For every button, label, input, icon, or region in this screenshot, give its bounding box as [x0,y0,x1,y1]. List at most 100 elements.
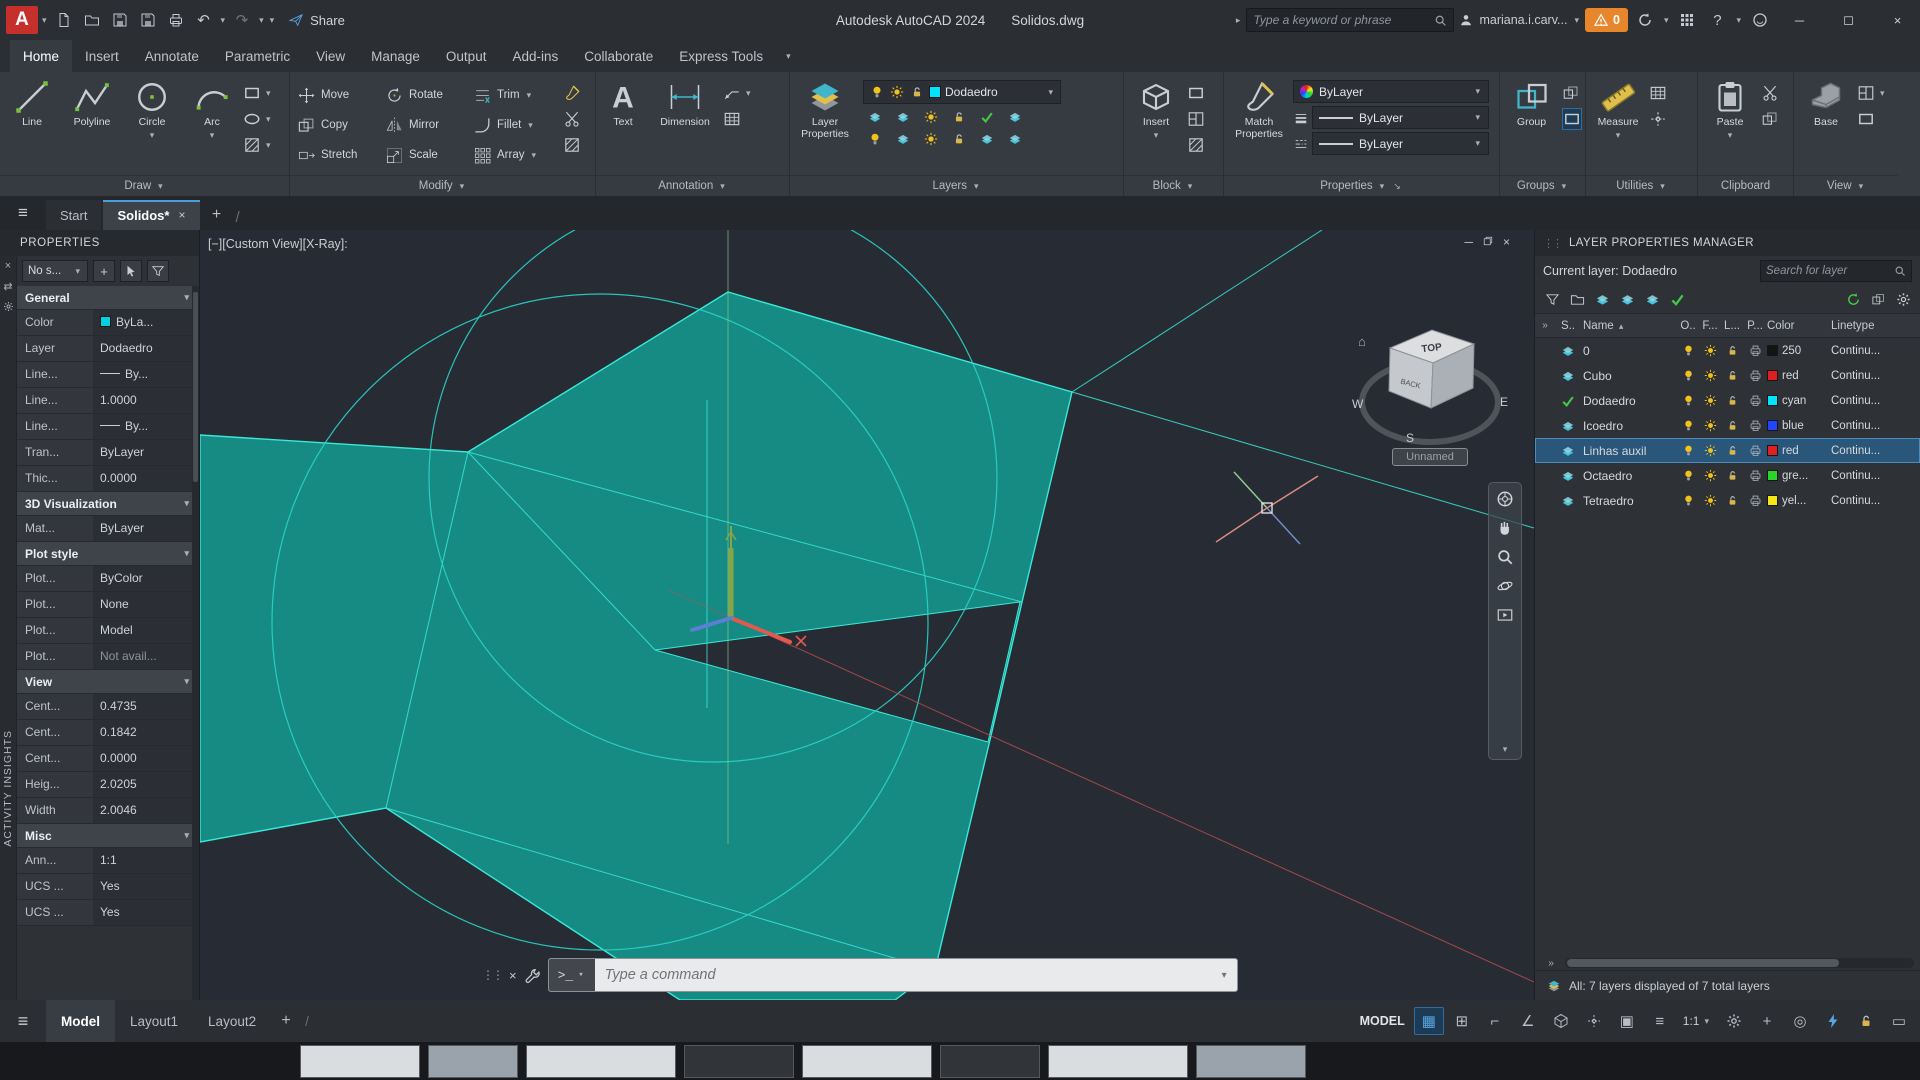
notification-badge[interactable]: 0 [1585,8,1628,32]
plot-icon[interactable] [163,7,189,33]
line-button[interactable]: Line [3,76,61,129]
viewport-restore-icon[interactable] [1482,235,1494,249]
pan-icon[interactable] [1495,518,1515,538]
tab-add-ins[interactable]: Add-ins [499,40,571,72]
layer-walk-icon[interactable] [1005,130,1025,148]
layer-on-icon[interactable] [1677,469,1699,482]
taskbar-thumbnail[interactable] [300,1045,420,1078]
share-button[interactable]: Share [288,12,345,28]
maximize-button[interactable]: ◻ [1826,0,1871,40]
layer-lock-icon[interactable] [1721,344,1743,357]
tab-start[interactable]: Start [46,200,101,230]
leader-button[interactable]: ▾ [723,82,753,104]
layer-lock-icon[interactable] [1721,394,1743,407]
prop-row[interactable]: Plot...None [17,592,199,618]
taskbar-thumbnail[interactable] [940,1045,1040,1078]
col-freeze[interactable]: F... [1699,320,1721,332]
layer-on-icon[interactable] [1677,369,1699,382]
prop-row[interactable]: Line...By... [17,414,199,440]
lineweight-dropdown[interactable]: ByLayer▾ [1312,106,1489,129]
taskbar-thumbnail[interactable] [1048,1045,1188,1078]
layer-plot-icon[interactable] [1743,469,1767,482]
command-dock-close-icon[interactable]: × [509,968,517,983]
palette-settings-icon[interactable] [3,301,14,312]
section-3d-visualization[interactable]: 3D Visualization▾ [17,492,199,516]
open-file-icon[interactable] [79,7,105,33]
polar-tracking-icon[interactable]: ∠ [1513,1007,1543,1035]
activity-insights-tab[interactable]: ACTIVITY INSIGHTS [2,730,14,847]
base-button[interactable]: Base [1797,76,1855,129]
model-tab[interactable]: Model [46,1000,115,1042]
panel-modify-label[interactable]: Modify▾ [290,175,595,196]
layer-on-icon[interactable] [1677,419,1699,432]
layer-freeze-icon[interactable] [1699,469,1721,482]
navigation-wheel-icon[interactable] [1495,489,1515,509]
command-customize-icon[interactable] [524,967,541,984]
layer-freeze-icon[interactable] [1699,419,1721,432]
new-layout-icon[interactable]: + [271,1000,301,1042]
layer-row-selected[interactable]: Linhas auxil red Continu... [1535,438,1920,463]
new-layer-icon[interactable] [1593,291,1611,309]
layer-freeze-icon[interactable] [1699,494,1721,507]
layer-on-icon[interactable] [1677,394,1699,407]
layer-on-icon[interactable] [1677,444,1699,457]
object-color-dropdown[interactable]: ByLayer▾ [1293,80,1489,103]
layer-match-icon[interactable] [1005,108,1025,126]
dimension-button[interactable]: Dimension [649,76,721,129]
scale-button[interactable]: Scale [381,146,469,165]
circle-button[interactable]: Circle▾ [123,76,181,140]
panel-clipboard-label[interactable]: Clipboard [1698,175,1793,196]
col-color[interactable]: Color [1767,320,1831,332]
isodraft-icon[interactable] [1546,1007,1576,1035]
search-expand-icon[interactable]: ▸ [1234,15,1243,26]
trim-button[interactable]: Trim▾ [469,86,557,105]
taskbar-thumbnail[interactable] [428,1045,518,1078]
isolate-objects-icon[interactable]: ◎ [1785,1007,1815,1035]
new-file-icon[interactable] [51,7,77,33]
save-as-icon[interactable] [135,7,161,33]
layer-plot-icon[interactable] [1743,444,1767,457]
layout1-tab[interactable]: Layout1 [115,1000,193,1042]
sync-icon[interactable] [1632,7,1658,33]
layer-unlock-all-icon[interactable] [949,130,969,148]
tab-solidos[interactable]: Solidos*× [103,200,199,230]
stretch-button[interactable]: Stretch [293,146,381,165]
help-icon[interactable]: ? [1704,7,1730,33]
workspace-gear-icon[interactable] [1719,1007,1749,1035]
ungroup-button[interactable] [1562,82,1582,104]
layer-unisolate-icon[interactable] [893,130,913,148]
taskbar-thumbnail[interactable] [526,1045,676,1078]
col-linetype[interactable]: Linetype [1831,320,1920,332]
drawing-canvas[interactable]: W S E TOP BACK ⌂ [200,230,1534,1000]
layer-horizontal-scrollbar[interactable] [1565,958,1914,968]
viewport-controls[interactable]: [−][Custom View][X-Ray]: [208,237,348,251]
zoom-icon[interactable] [1495,547,1515,567]
create-block-button[interactable] [1187,82,1205,104]
tab-close-icon[interactable]: × [178,208,185,222]
section-view[interactable]: View▾ [17,670,199,694]
help-chevron-icon[interactable]: ▾ [1734,15,1743,26]
qat-customize-chevron-icon[interactable]: ▾ [268,15,277,26]
explode-button[interactable] [563,134,581,156]
search-icon[interactable] [1434,14,1447,27]
layers-filter-icon[interactable] [1545,977,1562,994]
paste-button[interactable]: Paste▾ [1701,76,1759,140]
navbar-chevron-icon[interactable]: ▾ [1503,744,1508,755]
ortho-toggle-icon[interactable]: ⌐ [1480,1007,1510,1035]
named-views-button[interactable] [1857,108,1887,130]
viewport-close-icon[interactable]: × [1503,235,1510,249]
linetype-dropdown[interactable]: ByLayer▾ [1312,132,1489,155]
tab-insert[interactable]: Insert [72,40,132,72]
new-frozen-layer-icon[interactable] [1618,291,1636,309]
prop-row[interactable]: Ann...1:1 [17,848,199,874]
properties-scrollbar[interactable] [192,286,199,1000]
graphics-performance-icon[interactable] [1818,1007,1848,1035]
layer-search-icon[interactable] [1894,265,1906,277]
undo-icon[interactable]: ↶ [191,7,217,33]
properties-palette-title[interactable]: PROPERTIES [0,230,199,256]
apps-icon[interactable] [1674,7,1700,33]
ribbon-collapse-icon[interactable]: ▾ [776,40,801,72]
layer-search-input[interactable] [1766,265,1894,277]
lineweight-toggle-icon[interactable]: ≡ [1645,1007,1675,1035]
panel-annotation-label[interactable]: Annotation▾ [596,175,789,196]
